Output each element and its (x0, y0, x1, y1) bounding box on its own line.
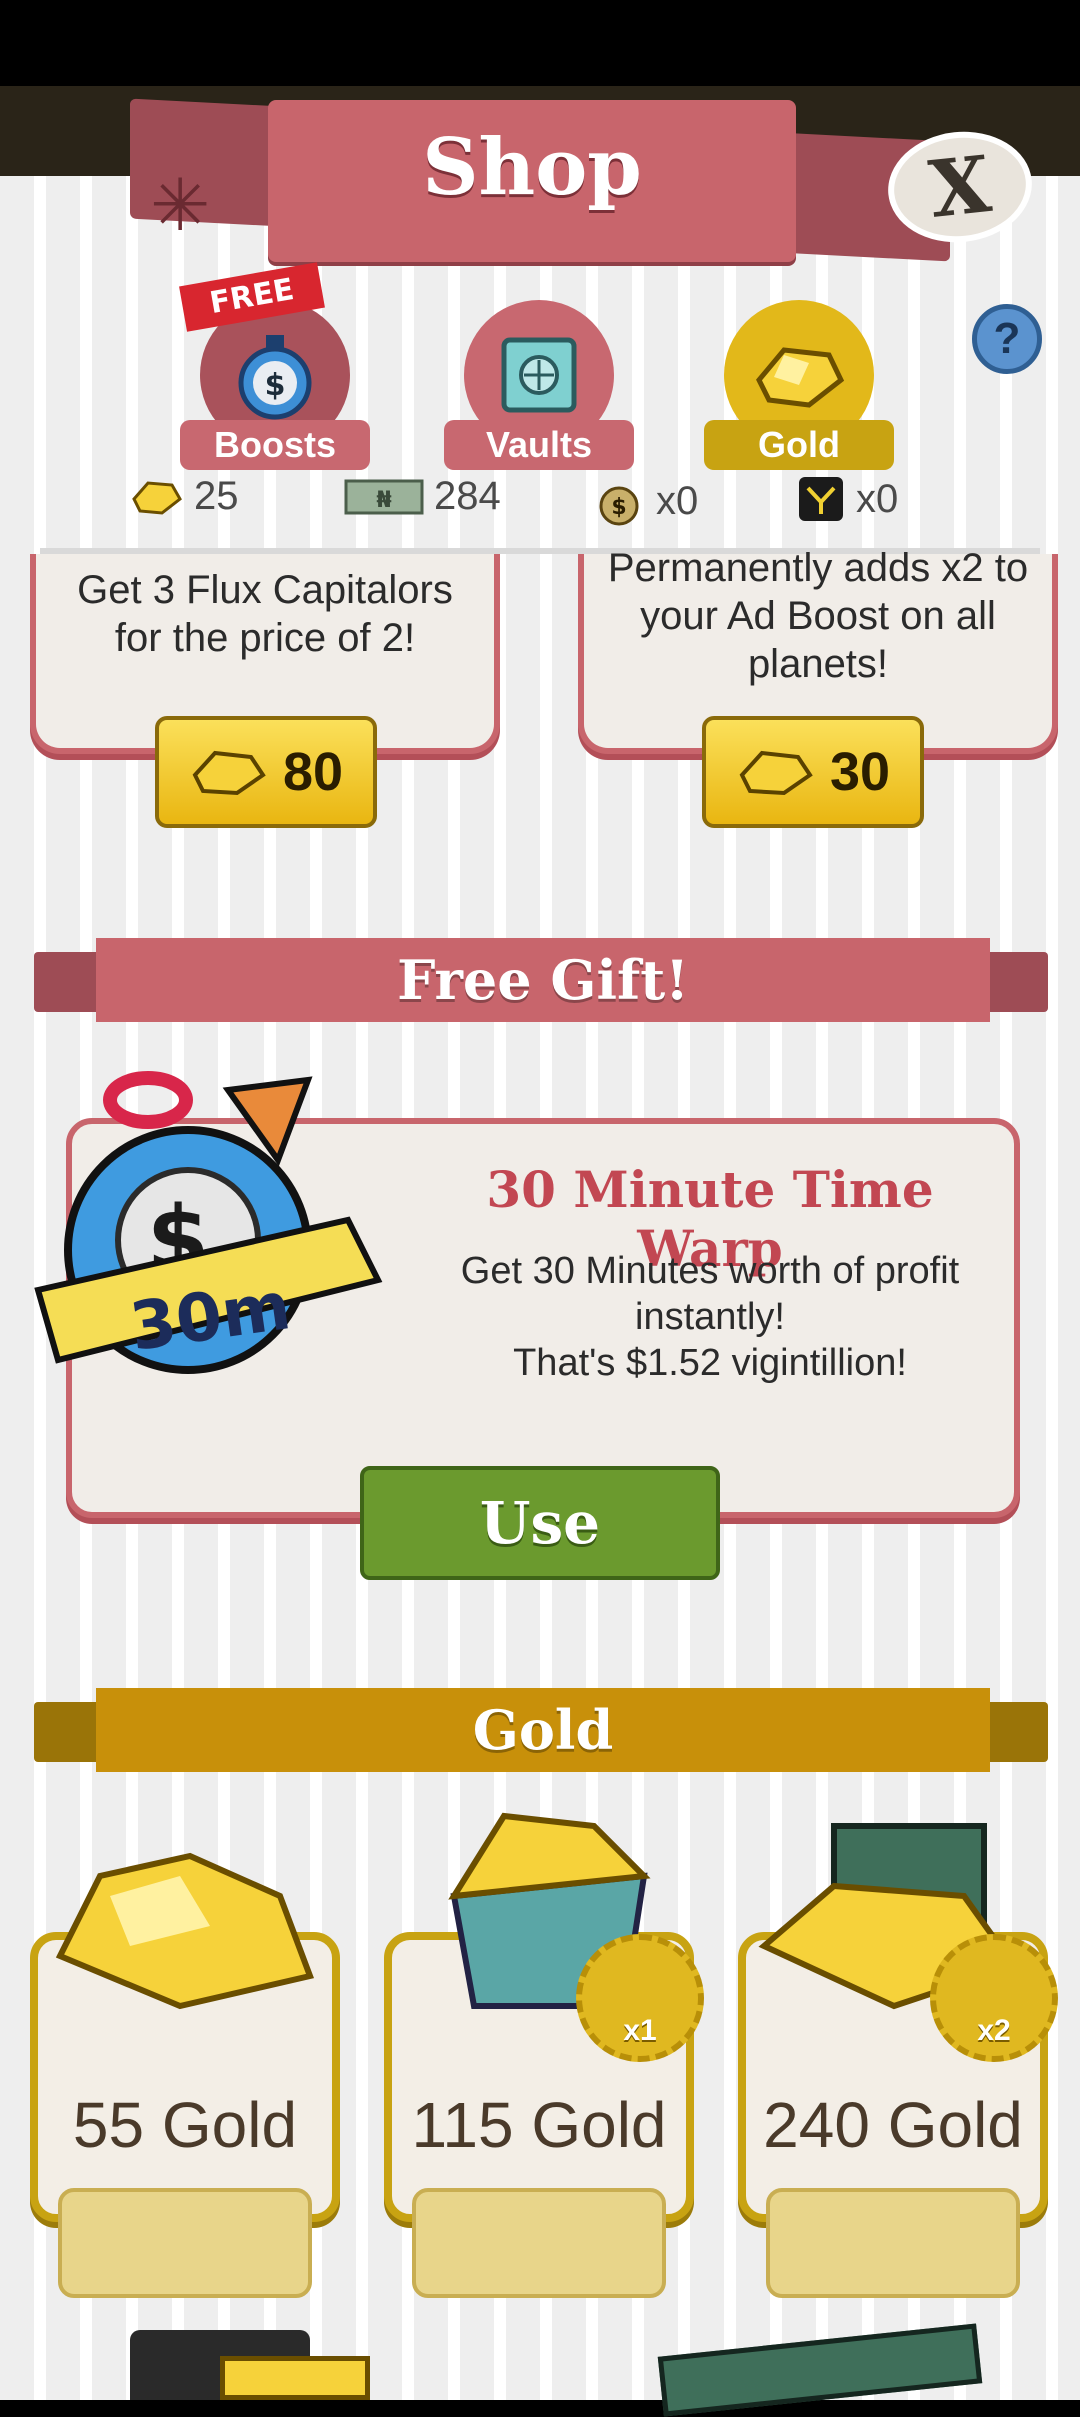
help-button[interactable]: ? (972, 304, 1042, 374)
page-title: Shop (422, 122, 642, 213)
flux-capitalor-icon (799, 477, 843, 521)
gold-pile-icon (40, 1836, 330, 2016)
tab-vaults[interactable]: Vaults (444, 300, 634, 470)
currency-flux-value: x0 (856, 476, 899, 521)
gold-pack-name: 55 Gold (72, 2089, 298, 2161)
offer-price: 30 (829, 742, 891, 802)
offer-description: Get 3 Flux Capitalors for the price of 2… (77, 568, 453, 660)
currency-gold-value: 25 (194, 474, 239, 518)
gold-pile-icon (220, 2356, 370, 2400)
offer-price: 80 (282, 742, 344, 802)
currency-money-bag-value: x0 (656, 478, 699, 523)
gold-pack-name: 240 Gold (763, 2089, 1023, 2161)
bonus-medal: x1 (576, 1934, 704, 2062)
currency-flux: x0 (796, 474, 898, 524)
use-button[interactable]: Use (360, 1466, 720, 1580)
offer-buy-button[interactable]: 80 (155, 716, 377, 828)
money-bag-icon: $ (599, 486, 639, 526)
section-title-gold: Gold (96, 1688, 990, 1772)
gift-description: Get 30 Minutes worth of profit instantly… (420, 1248, 1000, 1386)
gold-pack-name: 115 Gold (411, 2089, 667, 2161)
currency-megabucks-value: 284 (434, 474, 501, 518)
gold-nugget-icon (132, 480, 182, 515)
svg-text:$: $ (611, 495, 626, 520)
tab-gold[interactable]: Gold (704, 300, 894, 470)
offer-description: Permanently adds x2 to your Ad Boost on … (607, 546, 1029, 686)
time-warp-stopwatch-icon: $ (28, 1070, 388, 1410)
megabucks-bill-icon: ₦ (344, 479, 424, 514)
sparkle-decoration-icon: ✳ (150, 166, 211, 246)
tab-vaults-label: Vaults (444, 420, 634, 470)
gift-description-line: Get 30 Minutes worth of profit instantly… (460, 1250, 960, 1338)
gold-nugget-icon (192, 750, 266, 796)
svg-text:$: $ (265, 368, 286, 403)
tab-boosts-label: Boosts (180, 420, 370, 470)
tab-gold-label: Gold (704, 420, 894, 470)
svg-text:₦: ₦ (376, 488, 391, 513)
gold-pack-price-button[interactable] (412, 2188, 666, 2298)
gift-description-line: That's $1.52 vigintillion! (513, 1342, 907, 1384)
gold-pack-price-button[interactable] (766, 2188, 1020, 2298)
offer-buy-button[interactable]: 30 (702, 716, 924, 828)
status-bar (0, 0, 1080, 86)
currency-gold: 25 (130, 474, 239, 519)
gold-nugget-icon (739, 750, 813, 796)
bonus-medal: x2 (930, 1934, 1058, 2062)
currency-money-bag: $ x0 (592, 474, 698, 528)
gold-pack-price-button[interactable] (58, 2188, 312, 2298)
section-title-free-gift: Free Gift! (96, 938, 990, 1022)
currency-megabucks: ₦ 284 (344, 474, 501, 519)
